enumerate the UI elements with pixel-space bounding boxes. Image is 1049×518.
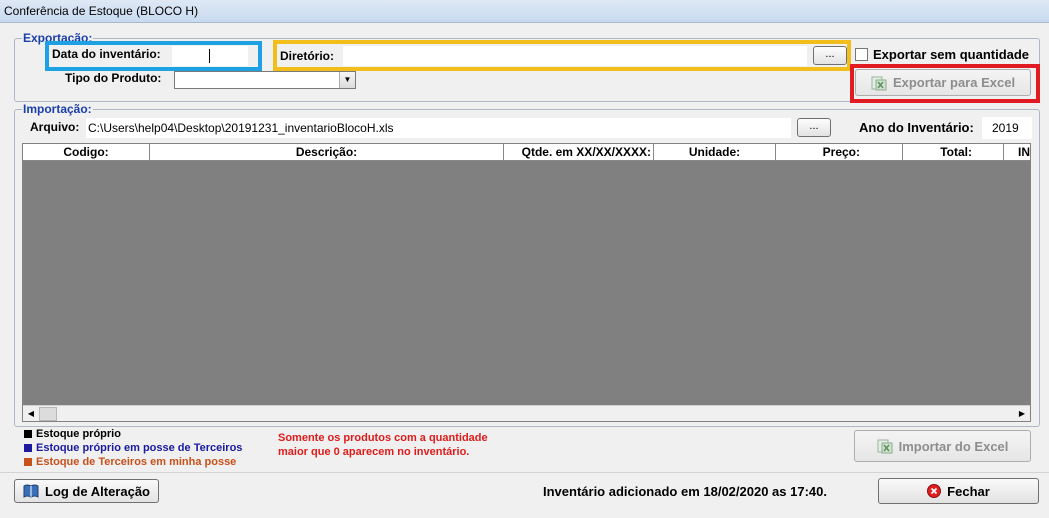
quantity-notice: Somente os produtos com a quantidade mai…: [278, 431, 488, 459]
ano-input[interactable]: 2019: [982, 117, 1032, 139]
data-label: Data do inventário:: [52, 47, 161, 61]
export-excel-label: Exportar para Excel: [892, 75, 1016, 90]
window-titlebar: Conferência de Estoque (BLOCO H): [0, 0, 1049, 23]
legend-swatch: [24, 444, 32, 452]
tipo-label: Tipo do Produto:: [65, 71, 162, 85]
status-text: Inventário adicionado em 18/02/2020 as 1…: [543, 484, 827, 499]
legend-swatch: [24, 430, 32, 438]
log-alteracao-button[interactable]: Log de Alteração: [14, 479, 159, 503]
scroll-right-icon[interactable]: ▶: [1015, 407, 1029, 420]
col-qtde[interactable]: Qtde. em XX/XX/XXXX:: [504, 144, 654, 160]
legend-item: Estoque próprio em posse de Terceiros: [24, 441, 242, 455]
scroll-left-icon[interactable]: ◀: [24, 407, 38, 420]
stock-legend: Estoque próprio Estoque próprio em posse…: [24, 427, 242, 469]
diretorio-input[interactable]: [343, 46, 807, 66]
excel-icon: [877, 439, 893, 454]
col-codigo[interactable]: Codigo:: [23, 144, 150, 160]
inventory-grid[interactable]: Codigo: Descrição: Qtde. em XX/XX/XXXX: …: [22, 143, 1031, 422]
sem-quantidade-label: Exportar sem quantidade: [873, 47, 1030, 62]
notice-line2: maior que 0 aparecem no inventário.: [278, 446, 470, 458]
col-descricao[interactable]: Descrição:: [150, 144, 504, 160]
sem-quantidade-checkbox[interactable]: [855, 48, 868, 61]
arquivo-value: C:\Users\help04\Desktop\20191231_inventa…: [88, 121, 394, 135]
legend-label: Estoque próprio: [36, 428, 121, 440]
grid-header: Codigo: Descrição: Qtde. em XX/XX/XXXX: …: [23, 144, 1030, 161]
scroll-thumb[interactable]: [39, 407, 57, 421]
fechar-label: Fechar: [947, 483, 990, 499]
import-excel-button[interactable]: Importar do Excel: [854, 430, 1031, 462]
diretorio-label: Diretório:: [280, 49, 334, 63]
bottom-divider: [0, 472, 1049, 473]
col-unidade[interactable]: Unidade:: [654, 144, 776, 160]
fechar-button[interactable]: Fechar: [878, 478, 1039, 504]
legend-label: Estoque próprio em posse de Terceiros: [36, 442, 243, 454]
legend-item: Estoque próprio: [24, 427, 242, 441]
arquivo-browse-button[interactable]: ...: [797, 118, 831, 137]
diretorio-browse-button[interactable]: ...: [813, 46, 847, 65]
import-excel-label: Importar do Excel: [898, 438, 1009, 454]
close-icon: [927, 484, 942, 498]
window-title: Conferência de Estoque (BLOCO H): [4, 4, 199, 18]
legend-label: Estoque de Terceiros em minha posse: [36, 456, 237, 468]
arquivo-input[interactable]: C:\Users\help04\Desktop\20191231_inventa…: [86, 118, 791, 138]
col-preco[interactable]: Preço:: [776, 144, 903, 160]
data-inventario-input[interactable]: [172, 46, 248, 66]
export-excel-button[interactable]: Exportar para Excel: [855, 69, 1031, 96]
book-icon: [23, 484, 39, 498]
legend-swatch: [24, 458, 32, 466]
ano-value: 2019: [992, 121, 1019, 135]
notice-line1: Somente os produtos com a quantidade: [278, 432, 488, 444]
col-total[interactable]: Total:: [903, 144, 1004, 160]
chevron-down-icon[interactable]: ▼: [339, 72, 355, 88]
excel-icon: [871, 76, 887, 90]
grid-hscrollbar[interactable]: ◀ ▶: [23, 405, 1030, 421]
ano-label: Ano do Inventário:: [859, 120, 974, 135]
arquivo-label: Arquivo:: [30, 120, 80, 134]
importacao-title: Importação:: [22, 102, 93, 116]
log-alteracao-label: Log de Alteração: [45, 483, 150, 499]
col-in[interactable]: IN: [1004, 144, 1030, 160]
tipo-select[interactable]: ▼: [174, 71, 356, 89]
legend-item: Estoque de Terceiros em minha posse: [24, 455, 242, 469]
text-caret: [209, 49, 210, 63]
